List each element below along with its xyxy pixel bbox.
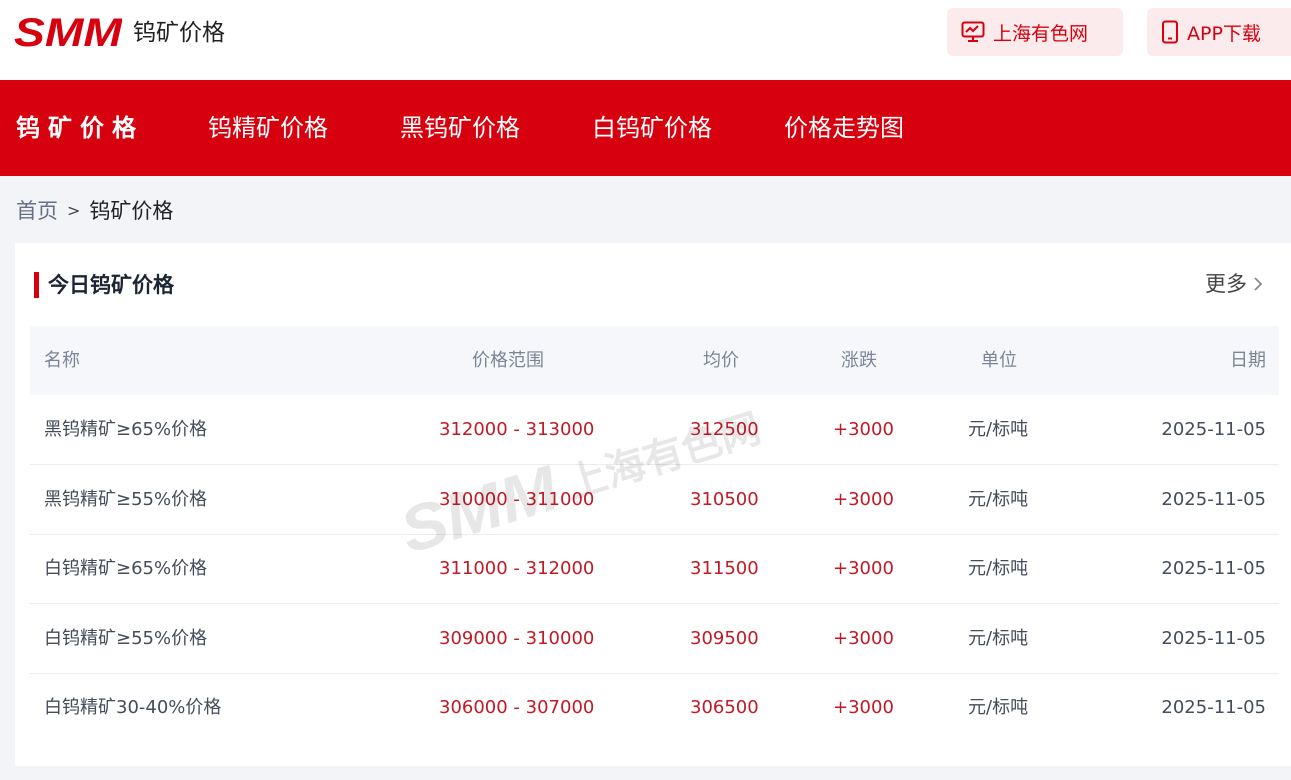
row-name[interactable]: 黑钨精矿≥65%价格 <box>44 395 207 465</box>
row-unit: 元/标吨 <box>968 419 1029 440</box>
row-price-range: 311000 - 312000 <box>439 558 595 579</box>
nav-tungsten-ore-price[interactable]: 钨矿价格 <box>16 80 144 176</box>
row-price-range: 309000 - 310000 <box>439 628 595 649</box>
price-card: 今日钨矿价格 更多 名称 价格范围 均价 涨跌 单位 日期 黑钨精矿≥65%价格… <box>15 243 1291 766</box>
row-unit: 元/标吨 <box>968 558 1029 579</box>
row-name[interactable]: 白钨精矿≥65%价格 <box>44 534 207 604</box>
row-price-range: 312000 - 313000 <box>439 419 595 440</box>
row-price-range: 310000 - 311000 <box>439 489 595 510</box>
row-unit: 元/标吨 <box>968 489 1029 510</box>
row-average: 311500 <box>690 558 759 579</box>
header-change: 涨跌 <box>841 350 877 371</box>
smm-logo[interactable]: SMM <box>14 15 122 49</box>
main-nav: 钨矿价格 钨精矿价格 黑钨矿价格 白钨矿价格 价格走势图 <box>0 80 1291 176</box>
row-price-range: 306000 - 307000 <box>439 697 595 718</box>
section-title-accent <box>34 272 39 298</box>
row-change: +3000 <box>833 419 894 440</box>
shmet-site-button[interactable]: 上海有色网 <box>947 8 1123 56</box>
row-date: 2025-11-05 <box>1161 697 1266 718</box>
header-average: 均价 <box>703 350 739 371</box>
table-row[interactable]: 白钨精矿≥65%价格 311000 - 312000 311500 +3000 … <box>30 534 1279 604</box>
row-average: 309500 <box>690 628 759 649</box>
monitor-chart-icon <box>961 21 985 42</box>
breadcrumb-current: 钨矿价格 <box>89 199 174 223</box>
row-date: 2025-11-05 <box>1161 489 1266 510</box>
row-date: 2025-11-05 <box>1161 558 1266 579</box>
header-unit: 单位 <box>981 350 1017 371</box>
shmet-site-label: 上海有色网 <box>993 22 1089 45</box>
row-change: +3000 <box>833 489 894 510</box>
chevron-right-icon <box>1254 277 1263 291</box>
nav-wolframite-price[interactable]: 黑钨矿价格 <box>400 80 520 176</box>
breadcrumb: 首页 > 钨矿价格 <box>16 193 173 227</box>
row-name[interactable]: 黑钨精矿≥55%价格 <box>44 465 207 535</box>
row-change: +3000 <box>833 628 894 649</box>
table-row[interactable]: 白钨精矿≥55%价格 309000 - 310000 309500 +3000 … <box>30 604 1279 674</box>
phone-icon <box>1162 20 1178 44</box>
svg-text:SMM: SMM <box>14 15 122 49</box>
header-date: 日期 <box>1230 350 1266 371</box>
nav-scheelite-price[interactable]: 白钨矿价格 <box>592 80 712 176</box>
row-average: 312500 <box>690 419 759 440</box>
row-name[interactable]: 白钨精矿30-40%价格 <box>44 673 221 743</box>
row-unit: 元/标吨 <box>968 697 1029 718</box>
app-download-label: APP下载 <box>1187 22 1261 45</box>
site-header: SMM 钨矿价格 上海有色网 APP下载 <box>0 0 1291 80</box>
row-unit: 元/标吨 <box>968 628 1029 649</box>
row-average: 310500 <box>690 489 759 510</box>
header-price-range: 价格范围 <box>472 350 544 371</box>
row-change: +3000 <box>833 558 894 579</box>
breadcrumb-separator: > <box>67 200 81 220</box>
row-date: 2025-11-05 <box>1161 628 1266 649</box>
header-name: 名称 <box>44 350 80 371</box>
table-row[interactable]: 白钨精矿30-40%价格 306000 - 307000 306500 +300… <box>30 673 1279 743</box>
row-name[interactable]: 白钨精矿≥55%价格 <box>44 604 207 674</box>
app-download-button[interactable]: APP下载 <box>1147 8 1291 56</box>
row-date: 2025-11-05 <box>1161 419 1266 440</box>
nav-price-trend-chart[interactable]: 价格走势图 <box>784 80 904 176</box>
nav-tungsten-concentrate-price[interactable]: 钨精矿价格 <box>208 80 328 176</box>
breadcrumb-home[interactable]: 首页 <box>16 195 58 225</box>
table-row[interactable]: 黑钨精矿≥65%价格 312000 - 313000 312500 +3000 … <box>30 395 1279 465</box>
table-row[interactable]: 黑钨精矿≥55%价格 310000 - 311000 310500 +3000 … <box>30 465 1279 535</box>
row-change: +3000 <box>833 697 894 718</box>
more-label: 更多 <box>1205 272 1247 296</box>
smm-logo-mark: SMM <box>14 15 122 49</box>
page-brand-title: 钨矿价格 <box>133 20 225 46</box>
section-title: 今日钨矿价格 <box>48 273 174 297</box>
more-link[interactable]: 更多 <box>1205 268 1263 300</box>
table-header: 名称 价格范围 均价 涨跌 单位 日期 <box>30 326 1279 395</box>
row-average: 306500 <box>690 697 759 718</box>
